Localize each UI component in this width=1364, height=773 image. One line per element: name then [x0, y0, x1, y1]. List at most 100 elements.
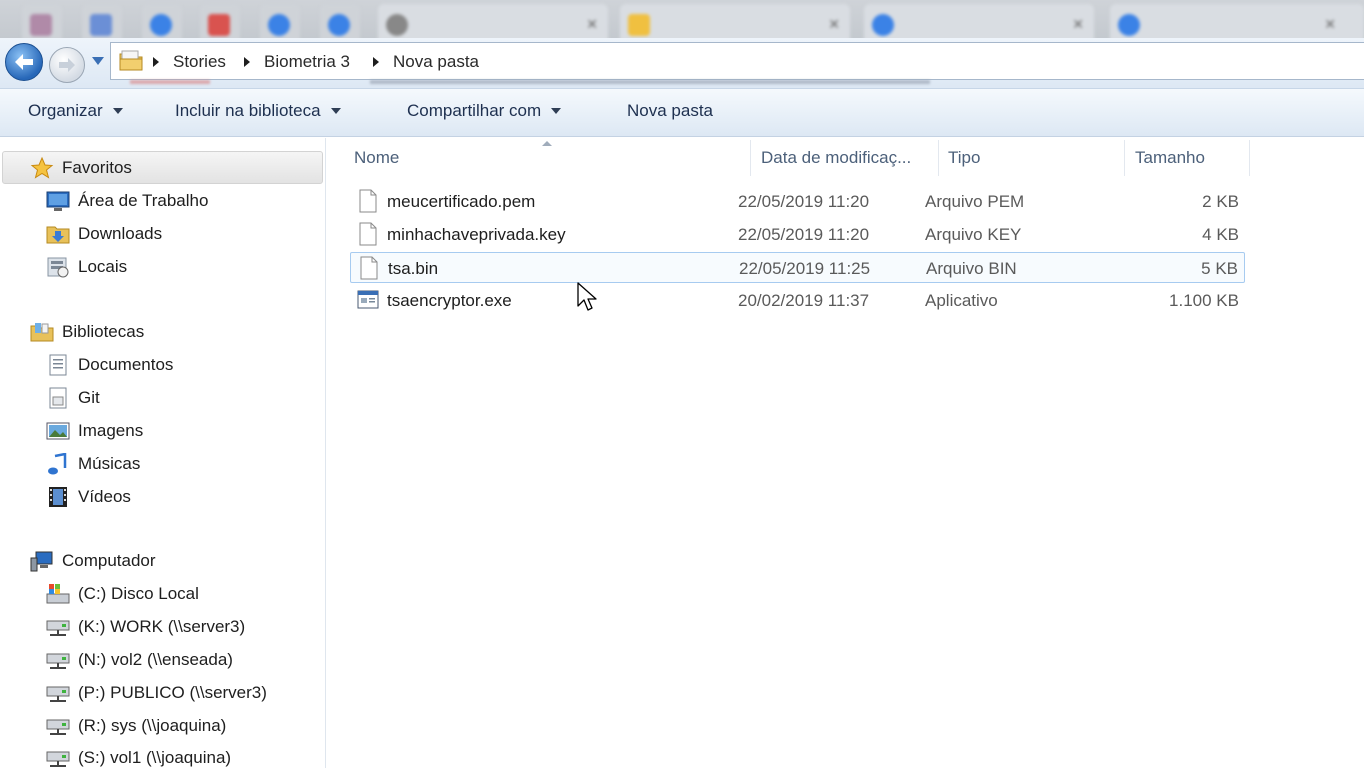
- column-header-name[interactable]: Nome: [346, 138, 750, 178]
- nav-drive-r-label: (R:) sys (\\joaquina): [78, 716, 227, 735]
- command-bar: Organizar Incluir na biblioteca Comparti…: [0, 88, 1364, 137]
- nav-drive-s[interactable]: (S:) vol1 (\\joaquina): [46, 743, 231, 773]
- column-header-type-label: Tipo: [948, 148, 981, 167]
- nav-computer[interactable]: Computador: [30, 546, 156, 576]
- file-date: 22/05/2019 11:20: [738, 192, 870, 211]
- breadcrumb-stories[interactable]: Stories: [173, 52, 226, 72]
- nav-libraries[interactable]: Bibliotecas: [30, 317, 144, 347]
- file-size: 5 KB: [1201, 259, 1238, 278]
- address-bar[interactable]: Stories Biometria 3 Nova pasta: [110, 42, 1364, 80]
- file-date: 22/05/2019 11:20: [738, 225, 870, 244]
- tab-favicon-icon: [268, 14, 290, 36]
- file-type: Arquivo PEM: [925, 192, 1025, 211]
- nav-drive-r[interactable]: (R:) sys (\\joaquina): [46, 711, 226, 741]
- documents-icon: [46, 353, 70, 377]
- nav-downloads-label: Downloads: [78, 224, 163, 243]
- application-exe-icon: [357, 288, 379, 312]
- arrow-left-icon: [15, 54, 33, 70]
- file-name: tsaencryptor.exe: [387, 291, 512, 310]
- browser-tab[interactable]: [200, 4, 240, 42]
- nav-videos[interactable]: Vídeos: [46, 482, 131, 512]
- nav-drive-s-label: (S:) vol1 (\\joaquina): [78, 748, 232, 767]
- breadcrumb-nova-pasta[interactable]: Nova pasta: [393, 52, 479, 72]
- recent-locations-button[interactable]: [90, 54, 106, 68]
- tab-close-icon[interactable]: ✕: [1324, 16, 1336, 33]
- column-divider[interactable]: [750, 140, 751, 176]
- column-divider[interactable]: [938, 140, 939, 176]
- share-with-button[interactable]: Compartilhar com: [407, 101, 562, 121]
- forward-button[interactable]: [49, 47, 85, 83]
- chevron-down-icon: [551, 108, 562, 114]
- file-row[interactable]: meucertificado.pem 22/05/2019 11:20 Arqu…: [350, 186, 1245, 217]
- nav-drive-p[interactable]: (P:) PUBLICO (\\server3): [46, 678, 267, 708]
- browser-tab[interactable]: [142, 4, 182, 42]
- column-header-type[interactable]: Tipo: [940, 138, 1124, 178]
- column-header-name-label: Nome: [354, 148, 400, 167]
- nav-desktop[interactable]: Área de Trabalho: [46, 186, 208, 216]
- file-row-hovered[interactable]: tsa.bin 22/05/2019 11:25 Arquivo BIN 5 K…: [350, 252, 1245, 283]
- tab-close-icon[interactable]: ✕: [828, 16, 840, 33]
- browser-tab[interactable]: [82, 4, 122, 42]
- nav-git[interactable]: Git: [46, 383, 100, 413]
- nav-recent-places[interactable]: Locais: [46, 252, 127, 282]
- column-header-date[interactable]: Data de modificaç...: [753, 138, 937, 178]
- breadcrumb-separator-icon[interactable]: [244, 57, 250, 67]
- new-folder-label: Nova pasta: [627, 101, 713, 120]
- browser-tab[interactable]: [22, 4, 62, 42]
- breadcrumb-separator-icon[interactable]: [153, 57, 159, 67]
- column-divider[interactable]: [1124, 140, 1125, 176]
- tab-favicon-icon: [150, 14, 172, 36]
- nav-git-label: Git: [78, 388, 100, 407]
- tab-close-icon[interactable]: ✕: [586, 16, 598, 33]
- nav-documents[interactable]: Documentos: [46, 350, 173, 380]
- browser-tab[interactable]: ✕: [620, 4, 850, 42]
- file-name: tsa.bin: [388, 259, 439, 278]
- include-in-library-button[interactable]: Incluir na biblioteca: [175, 101, 341, 121]
- nav-drive-n-label: (N:) vol2 (\\enseada): [78, 650, 233, 669]
- nav-downloads[interactable]: Downloads: [46, 219, 162, 249]
- nav-desktop-label: Área de Trabalho: [78, 191, 209, 210]
- tab-favicon-icon: [328, 14, 350, 36]
- chevron-down-icon: [330, 108, 341, 114]
- column-divider[interactable]: [1249, 140, 1250, 176]
- nav-drive-k-label: (K:) WORK (\\server3): [78, 617, 246, 636]
- browser-tab[interactable]: ✕: [864, 4, 1094, 42]
- column-header-date-label: Data de modificaç...: [761, 148, 912, 167]
- nav-drive-p-label: (P:) PUBLICO (\\server3): [78, 683, 267, 702]
- network-drive-icon: [46, 746, 70, 770]
- network-drive-icon: [46, 714, 70, 738]
- desktop-icon: [46, 189, 70, 213]
- file-row[interactable]: tsaencryptor.exe 20/02/2019 11:37 Aplica…: [350, 285, 1245, 316]
- browser-tab[interactable]: [320, 4, 360, 42]
- new-folder-button[interactable]: Nova pasta: [627, 101, 713, 121]
- back-button[interactable]: [5, 43, 43, 81]
- breadcrumb-separator-icon[interactable]: [373, 57, 379, 67]
- arrow-right-icon: [59, 58, 75, 72]
- nav-drive-n[interactable]: (N:) vol2 (\\enseada): [46, 645, 233, 675]
- nav-drive-c[interactable]: (C:) Disco Local: [46, 579, 199, 609]
- file-row[interactable]: minhachaveprivada.key 22/05/2019 11:20 A…: [350, 219, 1245, 250]
- nav-music[interactable]: Músicas: [46, 449, 140, 479]
- file-date: 20/02/2019 11:37: [738, 291, 870, 310]
- breadcrumb-biometria[interactable]: Biometria 3: [264, 52, 350, 72]
- tab-close-icon[interactable]: ✕: [1072, 16, 1084, 33]
- nav-favorites[interactable]: Favoritos: [30, 153, 132, 183]
- organize-menu-button[interactable]: Organizar: [28, 101, 123, 121]
- browser-tab[interactable]: ✕: [378, 4, 608, 42]
- browser-tab[interactable]: ✕: [1110, 4, 1364, 42]
- videos-icon: [46, 485, 70, 509]
- column-header-size[interactable]: Tamanho: [1127, 138, 1249, 178]
- nav-drive-c-label: (C:) Disco Local: [78, 584, 199, 603]
- tab-favicon-icon: [386, 14, 408, 36]
- file-list: Nome Data de modificaç... Tipo Tamanho m…: [327, 138, 1364, 768]
- explorer-navigation-bar: Stories Biometria 3 Nova pasta: [0, 38, 1364, 88]
- nav-computer-label: Computador: [62, 551, 156, 570]
- nav-pictures[interactable]: Imagens: [46, 416, 143, 446]
- libraries-icon: [30, 320, 54, 344]
- nav-drive-k[interactable]: (K:) WORK (\\server3): [46, 612, 245, 642]
- mouse-cursor-icon: [577, 282, 599, 319]
- tab-favicon-icon: [90, 14, 112, 36]
- browser-tab[interactable]: [260, 4, 300, 42]
- background-blur: [110, 80, 1010, 86]
- network-drive-icon: [46, 681, 70, 705]
